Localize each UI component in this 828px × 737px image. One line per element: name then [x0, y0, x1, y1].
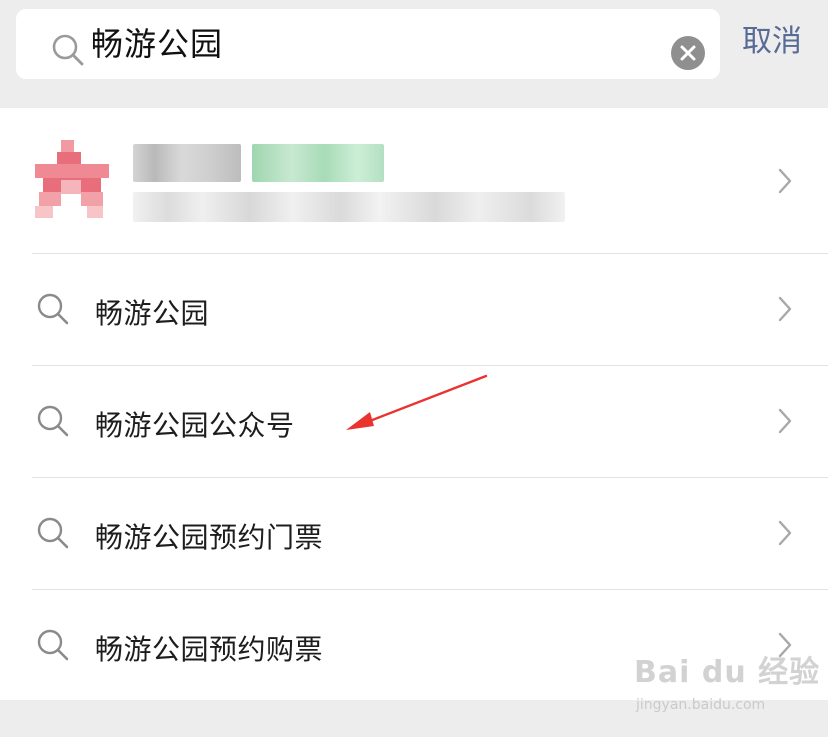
blurred-subtitle — [133, 192, 565, 222]
close-icon — [680, 45, 696, 61]
suggestion-item[interactable]: 畅游公园预约购票 — [0, 590, 828, 700]
search-box[interactable]: 畅游公园 — [16, 9, 720, 79]
chevron-right-icon — [778, 520, 792, 546]
search-icon — [37, 629, 69, 661]
search-icon — [37, 293, 69, 325]
suggestion-label: 畅游公园公众号 — [95, 409, 295, 442]
chevron-right-icon — [778, 168, 792, 194]
blurred-title — [133, 144, 241, 182]
bottom-area — [0, 700, 828, 737]
search-input[interactable]: 畅游公园 — [91, 9, 223, 79]
suggestion-label: 畅游公园预约门票 — [95, 521, 324, 554]
search-icon — [37, 405, 69, 437]
star-logo-icon — [35, 140, 109, 218]
clear-search-button[interactable] — [671, 36, 705, 70]
search-icon — [52, 34, 84, 66]
search-header: 畅游公园 取消 — [0, 0, 828, 108]
entity-result[interactable] — [0, 108, 828, 254]
suggestion-label: 畅游公园 — [95, 297, 210, 330]
chevron-right-icon — [778, 296, 792, 322]
suggestion-item[interactable]: 畅游公园 — [0, 254, 828, 366]
suggestion-item[interactable]: 畅游公园预约门票 — [0, 478, 828, 590]
chevron-right-icon — [778, 408, 792, 434]
cancel-button[interactable]: 取消 — [742, 9, 802, 79]
search-results-list: 畅游公园 畅游公园公众号 畅游公园预约门票 畅游公园预约购票 — [0, 108, 828, 700]
search-icon — [37, 517, 69, 549]
chevron-right-icon — [778, 632, 792, 658]
suggestion-label: 畅游公园预约购票 — [95, 633, 324, 666]
blurred-verified-badge — [252, 144, 384, 182]
suggestion-item[interactable]: 畅游公园公众号 — [0, 366, 828, 478]
